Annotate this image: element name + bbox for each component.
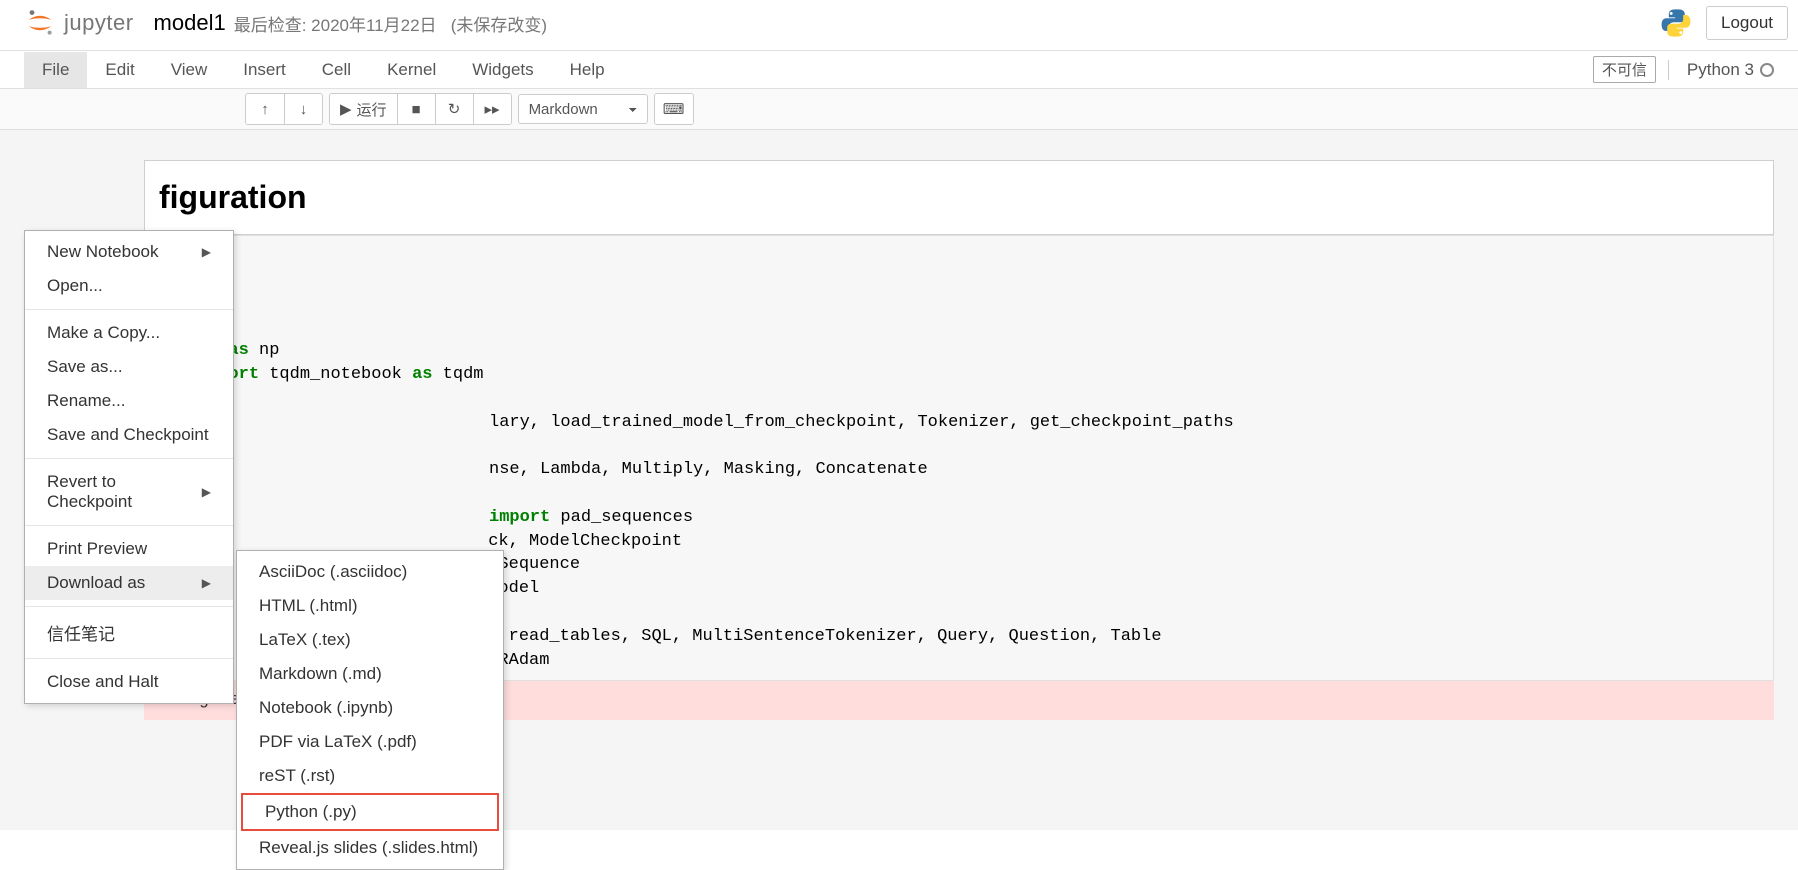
- toolbar: ↑ ↓ ▶运行 ■ ↻ ▸▸ Markdown ⌨: [0, 89, 1798, 130]
- menubar: File Edit View Insert Cell Kernel Widget…: [0, 51, 1798, 89]
- menu-print-preview[interactable]: Print Preview: [25, 532, 233, 566]
- chevron-right-icon: ▶: [202, 245, 211, 259]
- menu-make-copy[interactable]: Make a Copy...: [25, 316, 233, 350]
- menu-divider: [25, 458, 233, 459]
- menu-divider: [25, 309, 233, 310]
- menu-edit[interactable]: Edit: [87, 52, 152, 88]
- arrow-up-icon: ↑: [261, 101, 269, 118]
- interrupt-button[interactable]: ■: [397, 94, 435, 124]
- menu-rename[interactable]: Rename...: [25, 384, 233, 418]
- trust-indicator[interactable]: 不可信: [1593, 56, 1656, 83]
- menu-divider: [25, 606, 233, 607]
- menu-help[interactable]: Help: [552, 52, 623, 88]
- fast-forward-icon: ▸▸: [485, 100, 500, 118]
- restart-icon: ↻: [448, 100, 461, 118]
- run-button[interactable]: ▶运行: [330, 94, 397, 124]
- menu-save-checkpoint[interactable]: Save and Checkpoint: [25, 418, 233, 452]
- logout-button[interactable]: Logout: [1706, 6, 1788, 40]
- menu-trust-notebook[interactable]: 信任笔记: [25, 613, 233, 652]
- menu-view[interactable]: View: [153, 52, 226, 88]
- menu-new-notebook[interactable]: New Notebook▶: [25, 235, 233, 269]
- stop-icon: ■: [412, 101, 421, 118]
- python-kernel-icon: [1660, 7, 1692, 39]
- download-markdown[interactable]: Markdown (.md): [237, 657, 503, 691]
- markdown-heading: figuration: [159, 179, 1759, 216]
- jupyter-icon: [24, 7, 56, 39]
- run-icon: ▶: [340, 100, 352, 118]
- arrow-down-icon: ↓: [300, 101, 308, 118]
- move-up-button[interactable]: ↑: [246, 94, 284, 124]
- menu-divider: [25, 525, 233, 526]
- menu-save-as[interactable]: Save as...: [25, 350, 233, 384]
- menu-revert-checkpoint[interactable]: Revert to Checkpoint▶: [25, 465, 233, 519]
- download-as-dropdown: AsciiDoc (.asciidoc) HTML (.html) LaTeX …: [236, 550, 504, 870]
- download-asciidoc[interactable]: AsciiDoc (.asciidoc): [237, 555, 503, 589]
- command-palette-button[interactable]: ⌨: [655, 94, 693, 124]
- download-python[interactable]: Python (.py): [241, 793, 499, 831]
- notebook-container: figuration os re json math numpy as np q…: [0, 130, 1798, 830]
- menu-kernel[interactable]: Kernel: [369, 52, 454, 88]
- menu-widgets[interactable]: Widgets: [454, 52, 551, 88]
- file-dropdown: New Notebook▶ Open... Make a Copy... Sav…: [24, 230, 234, 704]
- kernel-idle-icon: [1760, 63, 1774, 77]
- download-rest[interactable]: reST (.rst): [237, 759, 503, 793]
- download-html[interactable]: HTML (.html): [237, 589, 503, 623]
- menu-insert[interactable]: Insert: [225, 52, 304, 88]
- menu-file[interactable]: File: [24, 52, 87, 88]
- menu-cell[interactable]: Cell: [304, 52, 369, 88]
- jupyter-logo[interactable]: jupyter: [24, 7, 134, 39]
- restart-run-all-button[interactable]: ▸▸: [473, 94, 511, 124]
- menu-open[interactable]: Open...: [25, 269, 233, 303]
- download-pdf[interactable]: PDF via LaTeX (.pdf): [237, 725, 503, 759]
- restart-button[interactable]: ↻: [435, 94, 473, 124]
- menu-divider: [25, 658, 233, 659]
- markdown-cell[interactable]: figuration: [144, 160, 1774, 235]
- keyboard-icon: ⌨: [663, 100, 685, 118]
- celltype-select[interactable]: Markdown: [518, 94, 648, 124]
- download-reveal[interactable]: Reveal.js slides (.slides.html): [237, 831, 503, 865]
- menu-download-as[interactable]: Download as▶: [25, 566, 233, 600]
- download-notebook[interactable]: Notebook (.ipynb): [237, 691, 503, 725]
- menu-close-halt[interactable]: Close and Halt: [25, 665, 233, 699]
- jupyter-logo-text: jupyter: [64, 10, 134, 36]
- chevron-right-icon: ▶: [202, 576, 211, 590]
- checkpoint-info: 最后检查: 2020年11月22日 (未保存改变): [234, 11, 547, 36]
- chevron-right-icon: ▶: [202, 485, 211, 499]
- notebook-name[interactable]: model1: [154, 10, 226, 36]
- download-latex[interactable]: LaTeX (.tex): [237, 623, 503, 657]
- move-down-button[interactable]: ↓: [284, 94, 322, 124]
- notebook-header: jupyter model1 最后检查: 2020年11月22日 (未保存改变)…: [0, 0, 1798, 51]
- kernel-indicator: Python 3: [1668, 60, 1774, 80]
